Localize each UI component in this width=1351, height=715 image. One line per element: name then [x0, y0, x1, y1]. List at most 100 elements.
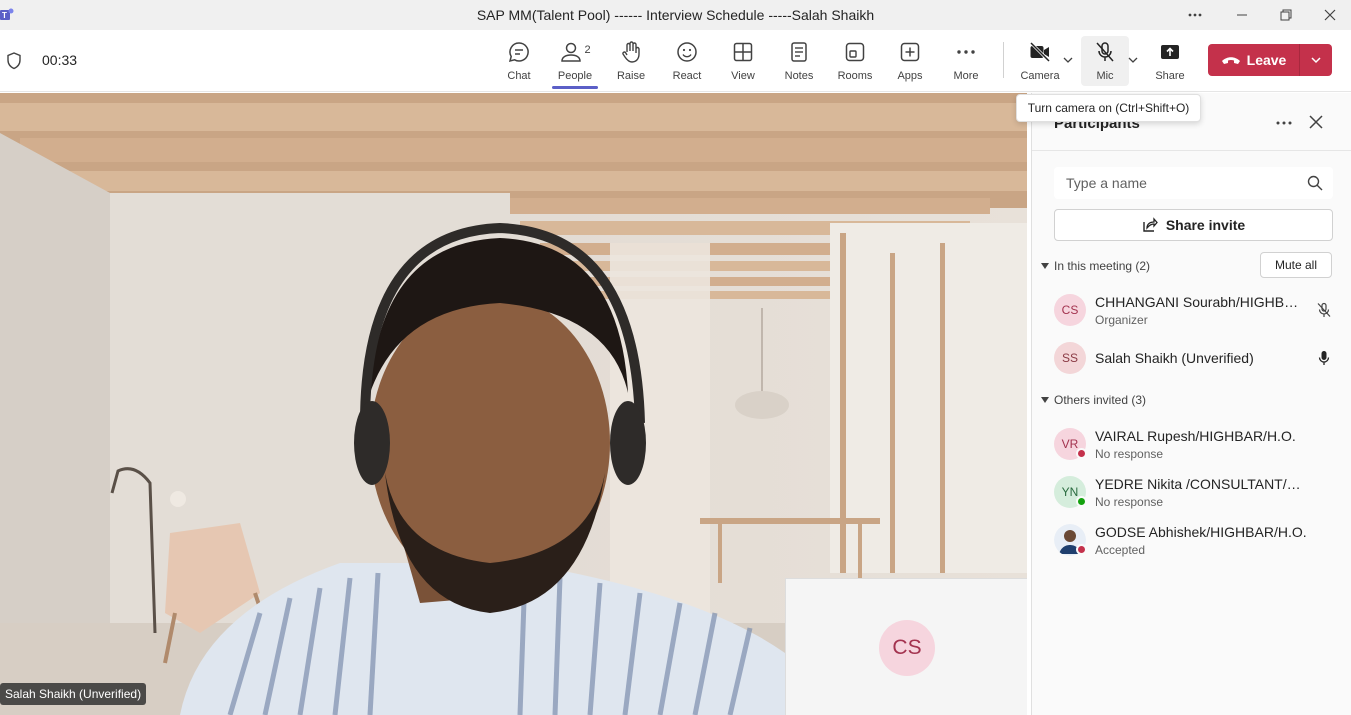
chat-button[interactable]: Chat [505, 30, 533, 92]
participant-name: VAIRAL Rupesh/HIGHBAR/H.O. [1095, 428, 1296, 444]
toolbar-divider [1003, 42, 1004, 78]
mute-all-button[interactable]: Mute all [1260, 252, 1332, 278]
view-button[interactable]: View [729, 30, 757, 92]
share-invite-button[interactable]: Share invite [1054, 209, 1333, 241]
react-label: React [672, 70, 702, 82]
add-apps-icon [900, 42, 920, 62]
leave-button[interactable]: Leave [1208, 44, 1300, 76]
search-input[interactable] [1066, 175, 1296, 191]
chat-icon [508, 42, 529, 63]
raise-hand-button[interactable]: Raise [617, 30, 645, 92]
participant-name: CHHANGANI Sourabh/HIGHBAR/H.O. [1095, 294, 1307, 310]
leave-button-group: Leave [1208, 44, 1332, 76]
close-window-button[interactable] [1307, 0, 1351, 30]
camera-tooltip: Turn camera on (Ctrl+Shift+O) [1016, 94, 1201, 122]
avatar: SS [1054, 342, 1086, 374]
chevron-down-icon [1311, 57, 1321, 64]
more-button[interactable]: More [952, 30, 980, 92]
response-status: No response [1095, 447, 1164, 461]
self-video-tile[interactable]: CS [785, 578, 1027, 715]
window-title: SAP MM(Talent Pool) ------ Interview Sch… [476, 7, 875, 23]
panel-divider [1032, 150, 1351, 151]
response-status: Accepted [1095, 543, 1146, 557]
meeting-timer: 00:33 [42, 52, 78, 68]
status-available-badge [1076, 496, 1087, 507]
participant-role: Organizer [1095, 313, 1148, 327]
grid-view-icon [733, 42, 753, 62]
mic-button[interactable]: Mic [1090, 30, 1120, 92]
camera-off-icon [1029, 41, 1051, 63]
restore-button[interactable] [1263, 0, 1309, 30]
share-button[interactable]: Share [1155, 30, 1185, 92]
people-label: People [557, 70, 593, 82]
avatar: CS [1054, 294, 1086, 326]
rooms-button[interactable]: Rooms [838, 30, 872, 92]
raise-label: Raise [616, 70, 646, 82]
video-stage: CS Salah Shaikh (Unverified) [0, 93, 1027, 715]
notes-icon [791, 42, 807, 62]
mic-off-icon [1096, 42, 1114, 62]
people-count: 2 [584, 44, 591, 56]
participant-name: Salah Shaikh (Unverified) [1095, 350, 1254, 366]
minimize-icon [1237, 14, 1247, 16]
others-invited-header: Others invited (3) [1054, 393, 1147, 407]
view-label: View [731, 70, 755, 82]
shield-icon [7, 52, 21, 70]
close-icon [1324, 9, 1336, 21]
rooms-label: Rooms [837, 70, 873, 82]
mic-muted-icon [1317, 302, 1331, 317]
others-invited-section-toggle[interactable]: Others invited (3) [1041, 393, 1146, 407]
ellipsis-icon [957, 50, 975, 54]
teams-app-icon: T [0, 8, 14, 20]
share-label: Share [1155, 70, 1185, 82]
people-button[interactable]: 2 People [552, 30, 598, 92]
active-tab-indicator [552, 86, 598, 89]
share-invite-icon [1143, 217, 1158, 232]
minimize-button[interactable] [1219, 0, 1265, 30]
mic-options-chevron-icon[interactable] [1127, 54, 1139, 66]
mic-icon [1318, 351, 1330, 365]
search-icon [1307, 175, 1323, 191]
restore-icon [1280, 9, 1292, 21]
status-busy-badge [1076, 448, 1087, 459]
in-meeting-section-toggle[interactable]: In this meeting (2) [1041, 259, 1150, 273]
invited-participant-row[interactable]: GODSE Abhishek/HIGHBAR/H.O. Accepted [1054, 520, 1344, 560]
chat-label: Chat [507, 70, 531, 82]
more-options-button[interactable] [1172, 0, 1218, 30]
invited-participant-row[interactable]: YN YEDRE Nikita /CONSULTANT/H.O No respo… [1054, 472, 1344, 512]
more-label: More [953, 70, 979, 82]
svg-text:T: T [2, 11, 7, 20]
camera-button[interactable]: Camera [1020, 30, 1060, 92]
speaker-name-label: Salah Shaikh (Unverified) [0, 683, 147, 705]
participants-panel: Participants Share invite In this meetin… [1031, 93, 1351, 715]
response-status: No response [1095, 495, 1164, 509]
leave-options-button[interactable] [1300, 44, 1332, 76]
self-avatar: CS [879, 620, 935, 676]
title-bar: T SAP MM(Talent Pool) ------ Interview S… [0, 0, 1351, 30]
participant-row[interactable]: CS CHHANGANI Sourabh/HIGHBAR/H.O. Organi… [1054, 290, 1344, 330]
people-icon [561, 42, 582, 62]
panel-close-icon[interactable] [1307, 113, 1325, 131]
invited-participant-row[interactable]: VR VAIRAL Rupesh/HIGHBAR/H.O. No respons… [1054, 424, 1344, 464]
apps-label: Apps [897, 70, 923, 82]
hand-icon [622, 41, 640, 63]
status-busy-badge [1076, 544, 1087, 555]
participant-search[interactable] [1054, 167, 1333, 199]
rooms-icon [845, 42, 865, 62]
meeting-toolbar: 00:33 Chat 2 People Raise React View Not… [0, 30, 1351, 92]
participant-name: YEDRE Nikita /CONSULTANT/H.O [1095, 476, 1307, 492]
notes-button[interactable]: Notes [784, 30, 814, 92]
camera-label: Camera [1020, 70, 1060, 82]
camera-options-chevron-icon[interactable] [1062, 54, 1074, 66]
collapse-triangle-icon [1041, 397, 1049, 403]
apps-button[interactable]: Apps [896, 30, 924, 92]
mic-label: Mic [1096, 70, 1114, 82]
ellipsis-icon [1188, 13, 1202, 17]
in-meeting-header: In this meeting (2) [1054, 259, 1151, 273]
collapse-triangle-icon [1041, 263, 1049, 269]
react-button[interactable]: React [673, 30, 701, 92]
notes-label: Notes [784, 70, 814, 82]
panel-more-options-icon[interactable] [1274, 117, 1294, 129]
leave-label: Leave [1246, 52, 1287, 68]
participant-row[interactable]: SS Salah Shaikh (Unverified) [1054, 338, 1344, 378]
